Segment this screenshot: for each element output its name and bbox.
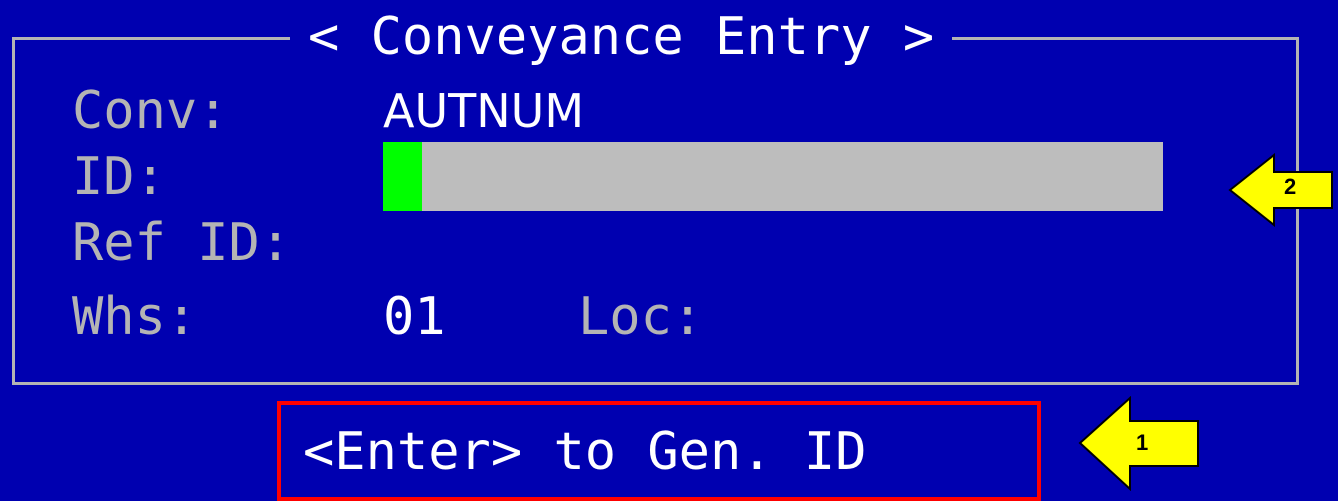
callout-2-number: 2 <box>1284 174 1297 199</box>
callout-1-number: 1 <box>1136 430 1149 455</box>
whs-label: Whs: <box>72 287 198 347</box>
enter-prompt: <Enter> to Gen. ID <box>303 422 867 482</box>
conv-label: Conv: <box>72 81 229 141</box>
prompt-highlight: <Enter> to Gen. ID <box>277 401 1041 501</box>
conv-value: AUTNUM <box>383 84 585 138</box>
loc-label: Loc: <box>578 287 704 347</box>
ref-id-label: Ref ID: <box>72 213 292 273</box>
callout-2-left-arrow-icon: 2 <box>1228 153 1334 227</box>
id-input[interactable] <box>383 142 1163 211</box>
callout-1-left-arrow-icon: 1 <box>1078 396 1200 491</box>
text-cursor <box>383 142 422 211</box>
whs-value: 01 <box>383 287 446 347</box>
screen-title: < Conveyance Entry > <box>290 0 953 74</box>
id-label: ID: <box>72 147 166 207</box>
